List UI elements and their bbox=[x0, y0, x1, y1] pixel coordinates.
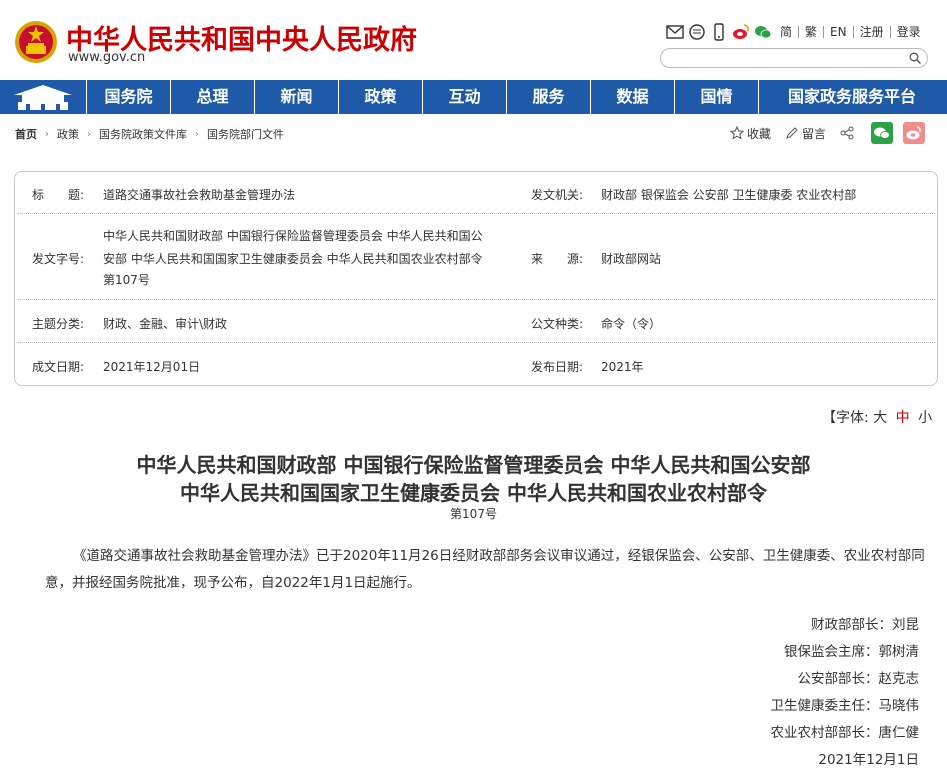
divider bbox=[17, 342, 935, 343]
lang-english-link[interactable]: EN bbox=[823, 26, 853, 38]
divider bbox=[17, 213, 935, 214]
mail-icon[interactable] bbox=[666, 23, 684, 41]
published-date-value: 2021年 bbox=[601, 360, 644, 374]
star-icon bbox=[730, 126, 744, 140]
article-doc-number: 第107号 bbox=[450, 507, 497, 521]
nav-item-interaction[interactable]: 互动 bbox=[422, 80, 506, 114]
share-button[interactable] bbox=[840, 126, 857, 140]
font-size-prefix: 【字体: bbox=[822, 410, 869, 426]
article-title-line1: 中华人民共和国财政部 中国银行保险监督管理委员会 中华人民共和国公安部 bbox=[136, 453, 811, 477]
article-paragraph: 《道路交通事故社会救助基金管理办法》已于2020年11月26日经财政部部务会议审… bbox=[45, 543, 925, 597]
chevron-right-icon: › bbox=[195, 128, 199, 140]
article-paragraph-text: 《道路交通事故社会救助基金管理办法》已于2020年11月26日经财政部部务会议审… bbox=[45, 548, 925, 591]
docnum-value-line2: 安部 中华人民共和国国家卫生健康委员会 中华人民共和国农业农村部令 bbox=[103, 252, 483, 266]
signature-line: 银保监会主席：郭树清 bbox=[784, 644, 919, 660]
wechat-icon[interactable] bbox=[754, 23, 772, 41]
signature-line: 农业农村部部长：唐仁健 bbox=[770, 725, 920, 741]
comment-label: 留言 bbox=[802, 126, 827, 141]
share-weibo-icon[interactable] bbox=[903, 122, 926, 144]
signature-line: 卫生健康委主任：马晓伟 bbox=[770, 698, 920, 714]
search-icon[interactable] bbox=[909, 52, 921, 64]
nav-item-policy[interactable]: 政策 bbox=[338, 80, 422, 114]
nav-home[interactable] bbox=[0, 80, 86, 114]
nav-item-services[interactable]: 服务 bbox=[506, 80, 590, 114]
published-date-label: 发布日期: bbox=[531, 360, 584, 374]
issuer-value: 财政部 银保监会 公安部 卫生健康委 农业农村部 bbox=[601, 188, 857, 202]
nav-item-premier[interactable]: 总理 bbox=[170, 80, 254, 114]
nav-item-state-council[interactable]: 国务院 bbox=[86, 80, 170, 114]
breadcrumb-department-docs[interactable]: 国务院部门文件 bbox=[207, 126, 284, 142]
title-value: 道路交通事故社会救助基金管理办法 bbox=[103, 188, 296, 202]
font-size-large[interactable]: 大 bbox=[873, 410, 887, 426]
font-size-medium[interactable]: 中 bbox=[896, 410, 910, 426]
document-info-table: 标 题: 道路交通事故社会救助基金管理办法 发文机关: 财政部 银保监会 公安部… bbox=[14, 171, 938, 386]
breadcrumb: 首页 › 政策 › 国务院政策文件库 › 国务院部门文件 bbox=[15, 126, 284, 142]
article-tools: 收藏 留言 bbox=[730, 122, 935, 144]
breadcrumb-home[interactable]: 首页 bbox=[15, 126, 37, 142]
font-size-small[interactable]: 小 bbox=[918, 410, 932, 426]
signature-date: 2021年12月1日 bbox=[818, 752, 919, 768]
written-date-value: 2021年12月01日 bbox=[103, 360, 201, 374]
lang-simplified-link[interactable]: 简 bbox=[776, 26, 798, 38]
signature-line: 财政部部长：刘昆 bbox=[811, 617, 919, 633]
chevron-right-icon: › bbox=[45, 128, 49, 140]
written-date-label: 成文日期: bbox=[32, 360, 85, 374]
topic-value: 财政、金融、审计\财政 bbox=[103, 317, 228, 331]
docnum-value-line3: 第107号 bbox=[103, 273, 150, 287]
collect-button[interactable]: 收藏 bbox=[730, 125, 771, 142]
signature-line: 公安部部长：赵克志 bbox=[797, 671, 920, 687]
docnum-label: 发文字号: bbox=[32, 252, 85, 266]
lang-traditional-link[interactable]: 繁 bbox=[798, 26, 823, 38]
site-header: 中华人民共和国中央人民政府 www.gov.cn 简 繁 EN 注册 登录 bbox=[0, 0, 947, 80]
source-value: 财政部网站 bbox=[601, 252, 662, 266]
breadcrumb-policy[interactable]: 政策 bbox=[57, 126, 79, 142]
search-input[interactable] bbox=[660, 48, 928, 68]
weibo-icon[interactable] bbox=[732, 23, 750, 41]
chevron-right-icon: › bbox=[87, 128, 91, 140]
font-size-switcher: 【字体: 大 中 小 bbox=[822, 407, 932, 427]
divider bbox=[17, 299, 935, 300]
type-label: 公文种类: bbox=[531, 317, 584, 331]
top-links: 简 繁 EN 注册 登录 bbox=[666, 23, 927, 41]
breadcrumb-policy-library[interactable]: 国务院政策文件库 bbox=[99, 126, 187, 142]
issuer-label: 发文机关: bbox=[531, 188, 584, 202]
nav-item-national-conditions[interactable]: 国情 bbox=[674, 80, 758, 114]
comment-button[interactable]: 留言 bbox=[785, 125, 826, 142]
topic-label: 主题分类: bbox=[32, 317, 85, 331]
tiananmen-icon bbox=[14, 85, 72, 110]
type-value: 命令（令） bbox=[601, 317, 662, 331]
share-wechat-icon[interactable] bbox=[871, 122, 894, 144]
nav-item-news[interactable]: 新闻 bbox=[254, 80, 338, 114]
national-emblem-icon[interactable] bbox=[14, 20, 58, 64]
pen-icon bbox=[786, 127, 798, 139]
docnum-value-line1: 中华人民共和国财政部 中国银行保险监督管理委员会 中华人民共和国公 bbox=[103, 229, 483, 243]
collect-label: 收藏 bbox=[747, 126, 772, 141]
share-icon bbox=[840, 126, 854, 140]
source-label: 来 源: bbox=[531, 252, 584, 266]
nav-item-data[interactable]: 数据 bbox=[590, 80, 674, 114]
nav-item-gov-service-platform[interactable]: 国家政务服务平台 bbox=[758, 80, 945, 114]
mobile-icon[interactable] bbox=[710, 23, 728, 41]
title-label: 标 题: bbox=[32, 188, 85, 202]
main-nav: 国务院 总理 新闻 政策 互动 服务 数据 国情 国家政务服务平台 bbox=[0, 80, 947, 114]
article-title-line2: 中华人民共和国国家卫生健康委员会 中华人民共和国农业农村部令 bbox=[180, 481, 767, 505]
site-url: www.gov.cn bbox=[68, 50, 146, 65]
register-link[interactable]: 注册 bbox=[852, 26, 890, 38]
message-icon[interactable] bbox=[688, 23, 706, 41]
login-link[interactable]: 登录 bbox=[889, 26, 927, 38]
